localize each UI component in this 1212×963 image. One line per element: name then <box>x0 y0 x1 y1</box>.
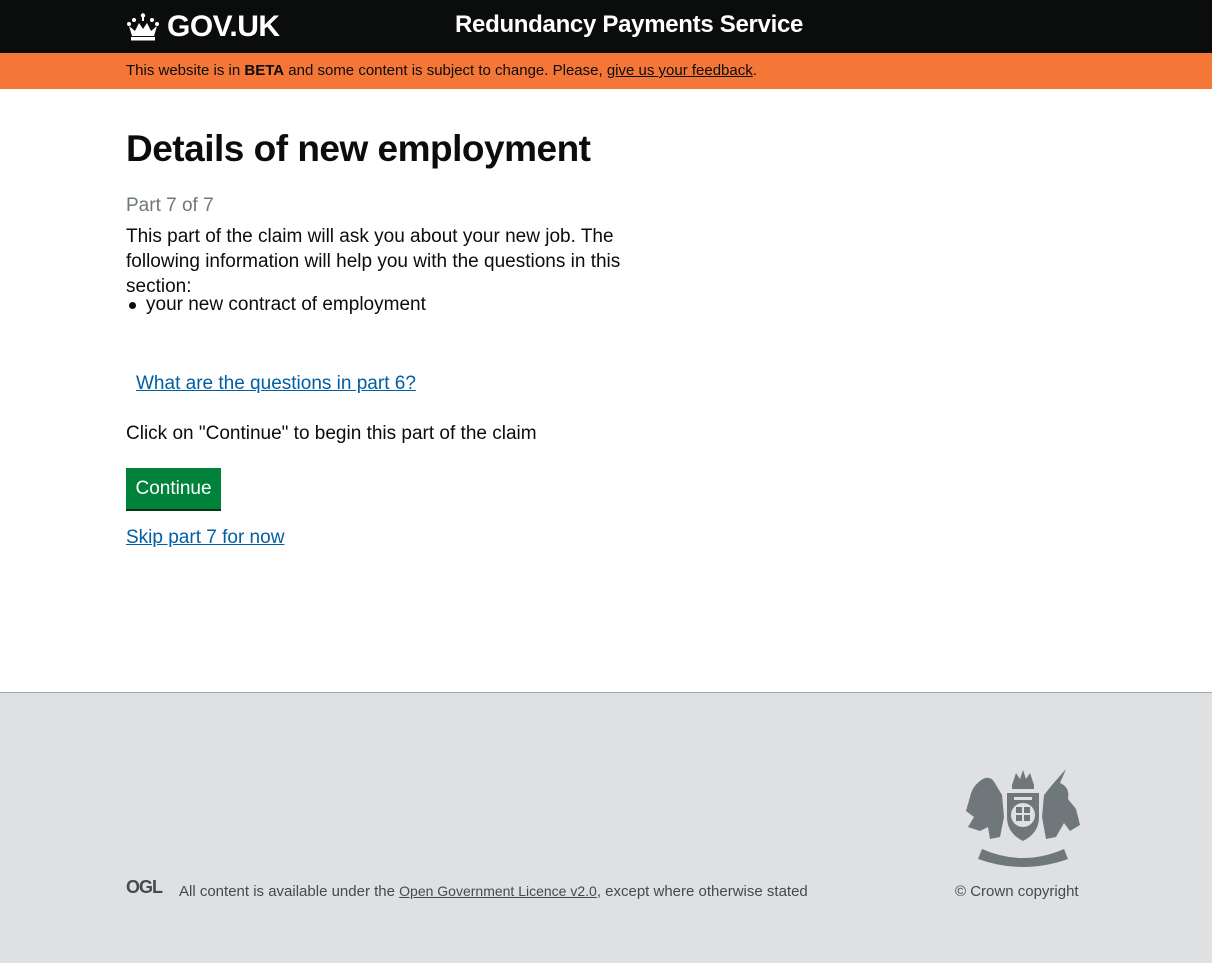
beta-suffix: . <box>752 62 757 79</box>
beta-banner-text: This website is in BETA and some content… <box>126 62 757 79</box>
beta-prefix: This website is in <box>126 62 245 79</box>
site-header: GOV.UK Redundancy Payments Service <box>0 0 1212 53</box>
list-item: your new contract of employment <box>126 294 426 316</box>
licence-link[interactable]: Open Government Licence v2.0 <box>399 883 597 899</box>
continue-instruction: Click on "Continue" to begin this part o… <box>126 423 537 444</box>
site-footer: OGL All content is available under the O… <box>0 692 1212 963</box>
intro-text: This part of the claim will ask you abou… <box>126 226 621 297</box>
licence-suffix: , except where otherwise stated <box>596 883 808 900</box>
part-caption: Part 7 of 7 <box>126 195 214 216</box>
crown-copyright: © Crown copyright <box>955 883 1079 900</box>
page-title: Details of new employment <box>126 128 591 169</box>
beta-tag: BETA <box>244 62 285 79</box>
continue-button[interactable]: Continue <box>126 468 221 509</box>
questions-details-link[interactable]: What are the questions in part 6? <box>136 373 416 395</box>
govuk-home-link[interactable]: GOV.UK <box>126 10 280 44</box>
royal-coat-of-arms-icon <box>966 769 1080 867</box>
feedback-link[interactable]: give us your feedback <box>607 62 753 79</box>
beta-middle: and some content is subject to change. P… <box>284 62 607 79</box>
ogl-logo-icon: OGL <box>126 878 164 896</box>
info-list: your new contract of employment <box>126 294 426 316</box>
licence-prefix: All content is available under the <box>179 883 400 900</box>
govuk-logo-text: GOV.UK <box>167 10 280 43</box>
ogl-label: OGL <box>126 878 163 896</box>
beta-banner: This website is in BETA and some content… <box>0 53 1212 89</box>
licence-text: All content is available under the Open … <box>179 883 808 900</box>
crown-icon <box>127 13 159 41</box>
service-name-link[interactable]: Redundancy Payments Service <box>455 11 803 39</box>
skip-part-link[interactable]: Skip part 7 for now <box>126 527 284 549</box>
